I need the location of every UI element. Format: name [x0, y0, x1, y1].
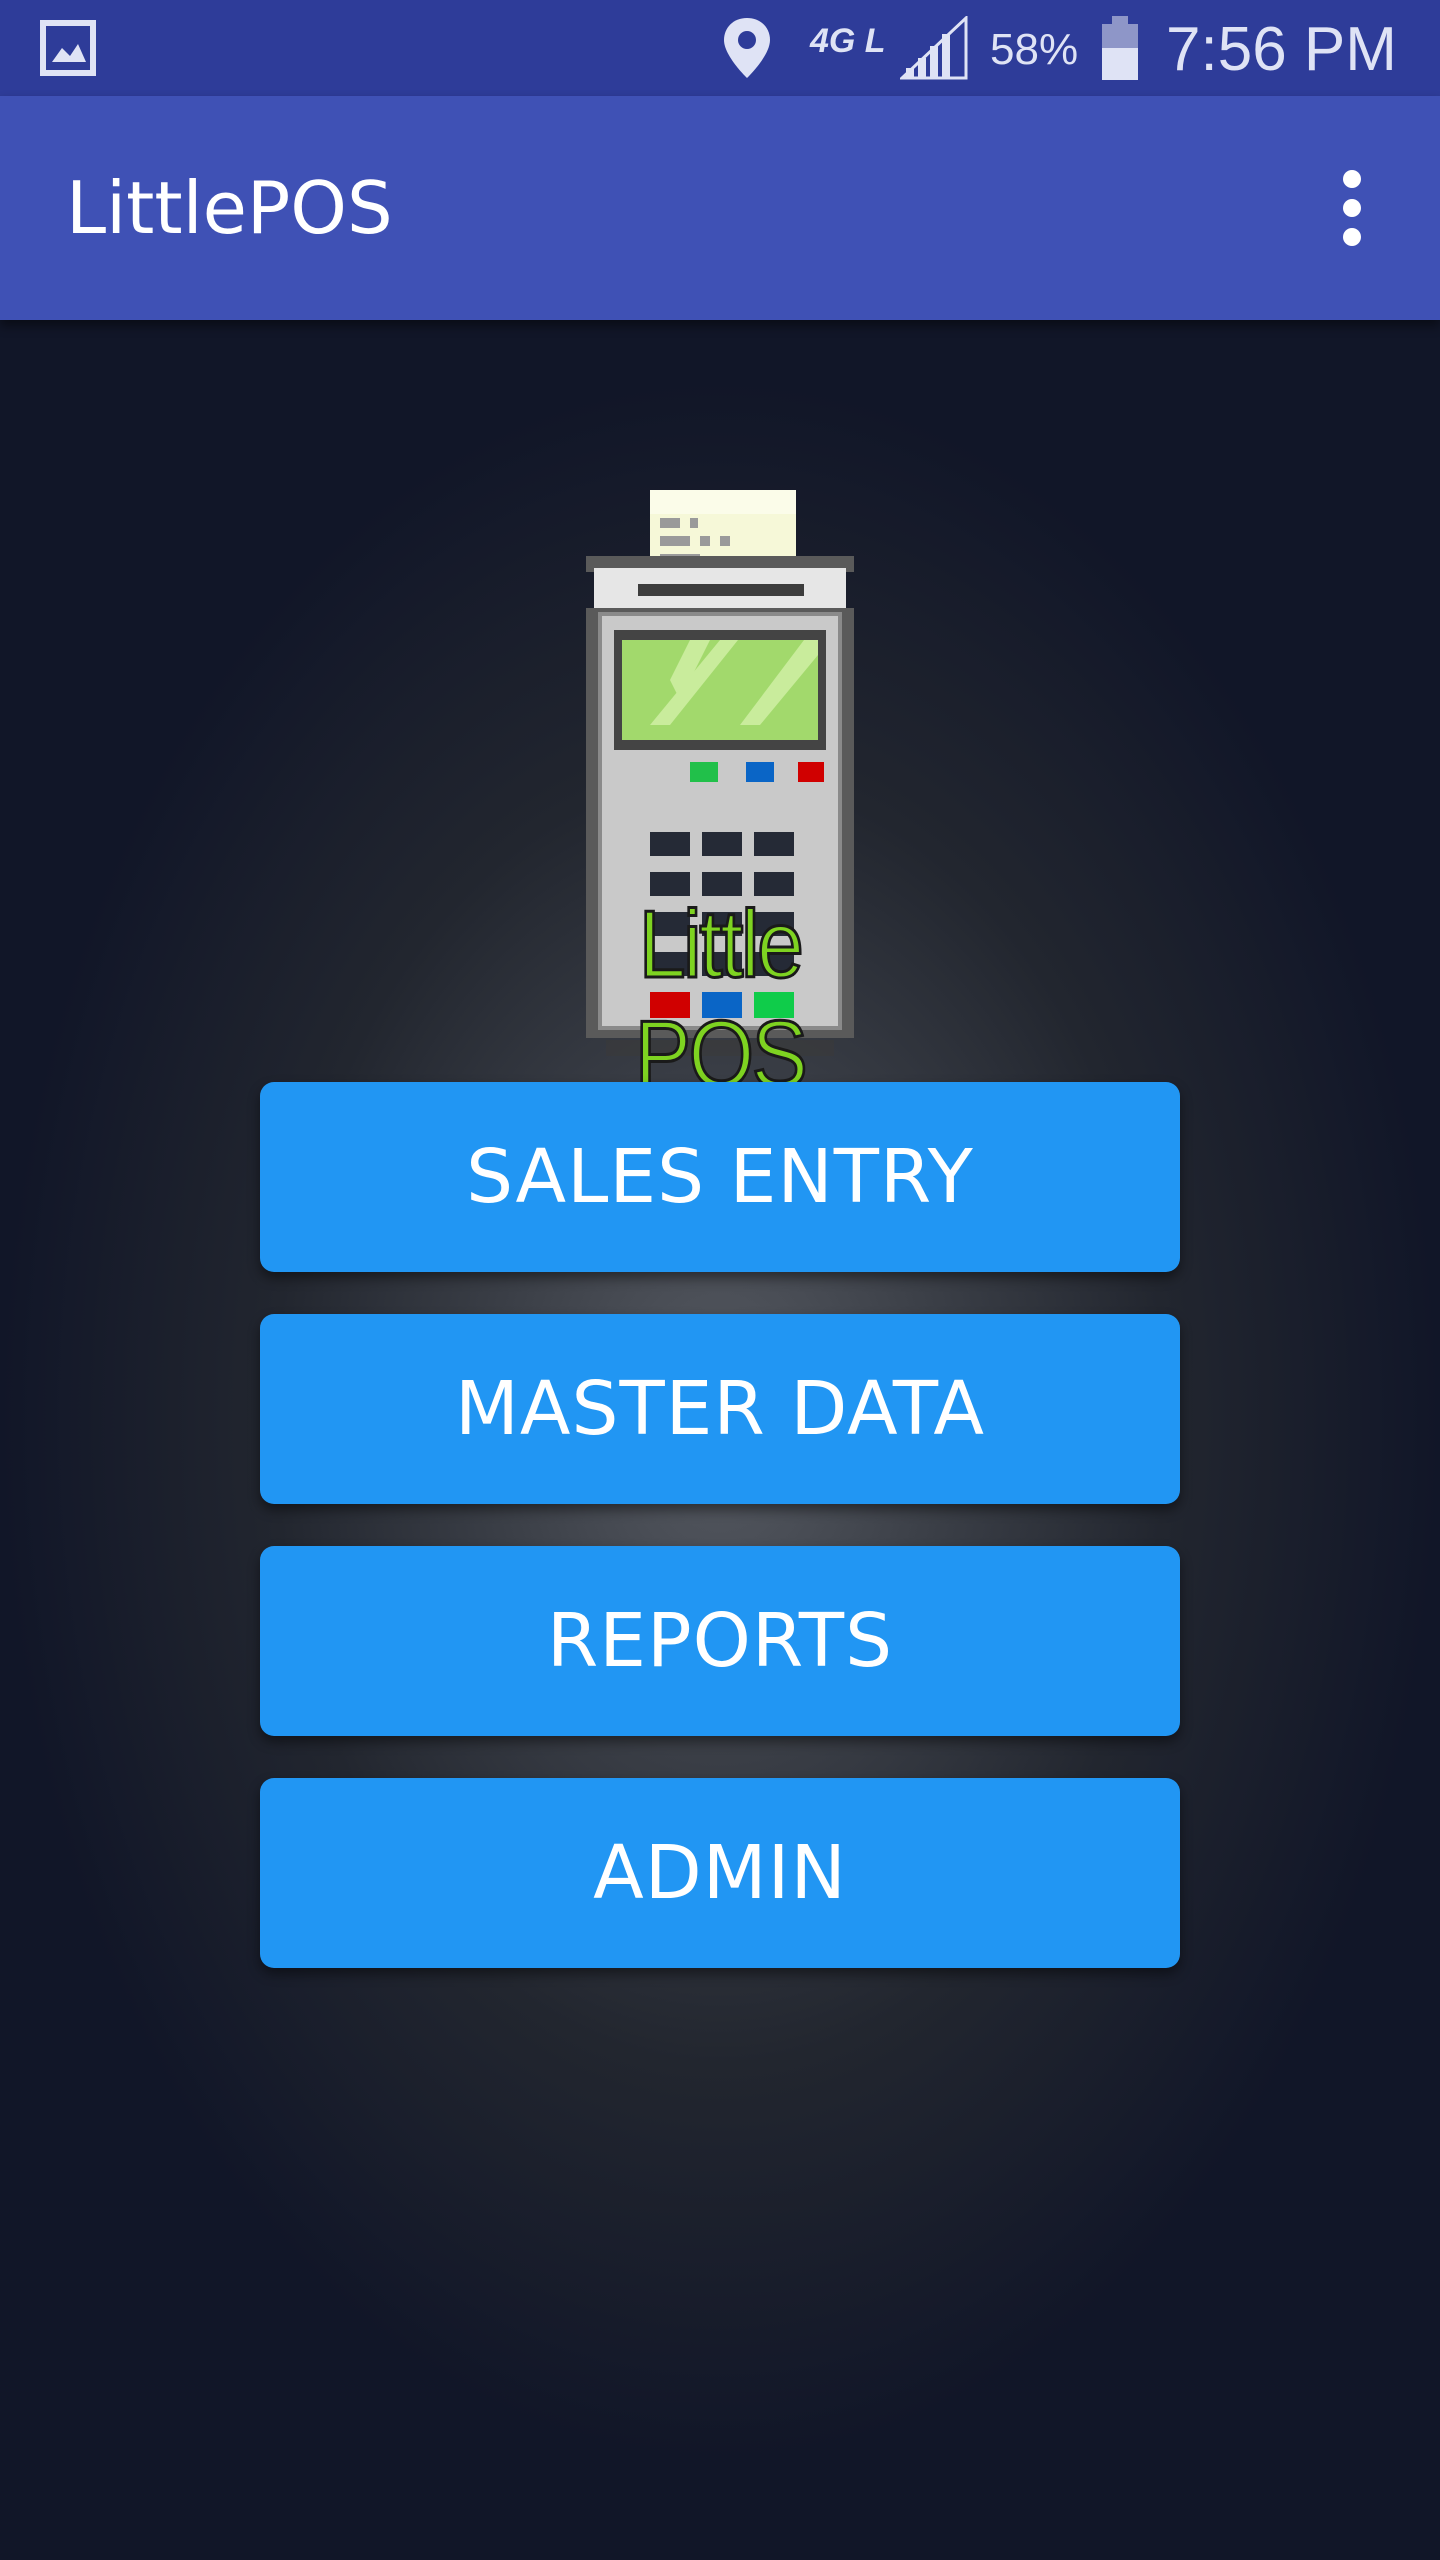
logo-text: Little POS	[633, 890, 809, 1110]
little-pos-logo: Little POS	[520, 480, 920, 1110]
screen: 4G LTE 58% 7:56 PM LittlePOS	[0, 0, 1440, 2560]
location-icon	[724, 18, 770, 78]
app-title: LittlePOS	[66, 166, 393, 250]
gallery-icon	[40, 20, 96, 76]
battery-icon	[1102, 16, 1138, 80]
admin-button[interactable]: ADMIN	[260, 1778, 1180, 1968]
signal-icon	[900, 16, 968, 80]
status-bar: 4G LTE 58% 7:56 PM	[0, 0, 1440, 96]
reports-button[interactable]: REPORTS	[260, 1546, 1180, 1736]
lte-icon: 4G LTE	[809, 22, 884, 60]
overflow-menu-icon[interactable]	[1324, 166, 1380, 250]
sales-entry-button[interactable]: SALES ENTRY	[260, 1082, 1180, 1272]
svg-text:4G LTE: 4G LTE	[809, 22, 884, 60]
master-data-button[interactable]: MASTER DATA	[260, 1314, 1180, 1504]
battery-percent: 58%	[990, 25, 1079, 74]
status-clock: 7:56 PM	[1166, 15, 1397, 84]
app-bar: LittlePOS	[0, 96, 1440, 320]
main-content: Little POS SALES ENTRY MASTER DATA REPOR…	[0, 320, 1440, 2560]
